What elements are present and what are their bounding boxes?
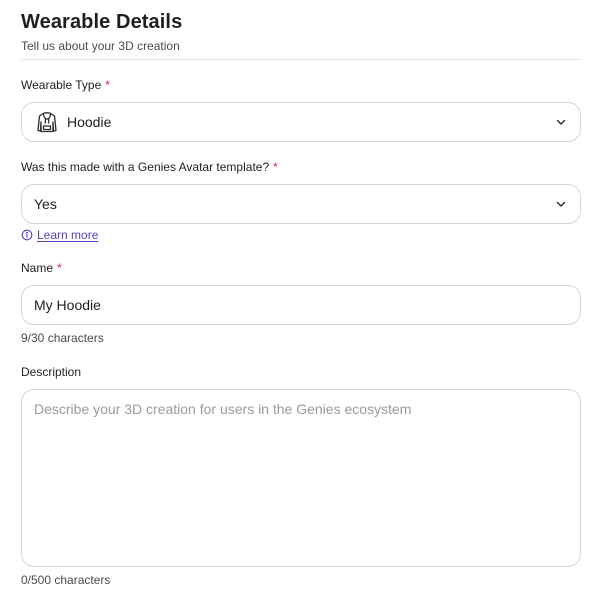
required-asterisk: * bbox=[57, 261, 62, 275]
description-textarea[interactable]: Describe your 3D creation for users in t… bbox=[21, 389, 581, 567]
info-icon bbox=[21, 229, 33, 241]
chevron-down-icon bbox=[556, 119, 566, 125]
learn-more-text[interactable]: Learn more bbox=[37, 228, 98, 242]
name-char-counter: 9/30 characters bbox=[21, 331, 104, 345]
name-input-value: My Hoodie bbox=[34, 297, 101, 313]
required-asterisk: * bbox=[105, 78, 110, 92]
template-select[interactable]: Yes bbox=[21, 184, 581, 224]
hoodie-icon bbox=[34, 110, 59, 135]
description-label-text: Description bbox=[21, 365, 82, 379]
name-input[interactable]: My Hoodie bbox=[21, 285, 581, 325]
wearable-type-label: Wearable Type * bbox=[21, 78, 110, 92]
template-label: Was this made with a Genies Avatar templ… bbox=[21, 160, 278, 174]
required-asterisk: * bbox=[273, 160, 278, 174]
description-placeholder: Describe your 3D creation for users in t… bbox=[34, 401, 412, 417]
name-label: Name * bbox=[21, 261, 62, 275]
learn-more-link[interactable]: Learn more bbox=[21, 228, 98, 242]
description-char-counter: 0/500 characters bbox=[21, 573, 111, 587]
template-label-text: Was this made with a Genies Avatar templ… bbox=[21, 160, 270, 174]
chevron-down-icon bbox=[556, 201, 566, 207]
wearable-type-select[interactable]: Hoodie bbox=[21, 102, 581, 142]
wearable-type-value: Hoodie bbox=[67, 114, 112, 130]
template-value: Yes bbox=[34, 196, 57, 212]
header-divider bbox=[21, 59, 581, 60]
description-label: Description bbox=[21, 365, 81, 379]
name-label-text: Name bbox=[21, 261, 54, 275]
wearable-type-label-text: Wearable Type bbox=[21, 78, 102, 92]
page-subtitle: Tell us about your 3D creation bbox=[21, 39, 180, 53]
page-title: Wearable Details bbox=[21, 11, 183, 33]
